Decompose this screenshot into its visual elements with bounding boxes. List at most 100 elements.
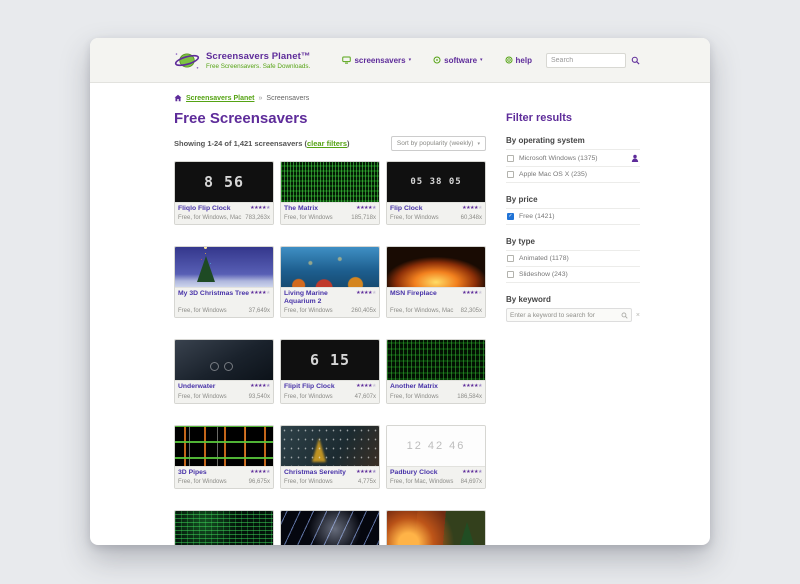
card-info-row: Free, for Windows, Mac 82,305x: [390, 306, 482, 314]
screensaver-title: Christmas Serenity: [284, 469, 356, 477]
download-count: 84,697x: [461, 479, 482, 485]
screensaver-card-footer: Living Marine Aquarium 2 ★★★★★ Free, for…: [281, 287, 379, 317]
screensaver-card[interactable]: Another Matrix ★★★★★ Free, for Windows 1…: [386, 339, 486, 403]
screensaver-card[interactable]: 3D Pipes ★★★★★ Free, for Windows 96,675x: [174, 425, 274, 489]
filter-checkbox-row[interactable]: ✓ Free (1421): [506, 208, 640, 225]
filter-group: By typeAnimated (1178)Slideshow (243): [506, 237, 640, 283]
screensaver-card[interactable]: 05 38 05 Flip Clock ★★★★★ Free, for Wind…: [386, 161, 486, 225]
brand-text: Screensavers Planet™ Free Screensavers. …: [206, 51, 310, 70]
screensaver-card[interactable]: Night Before Christmas 3D ★★★★★ Free, fo…: [386, 510, 486, 545]
filter-checkbox-row[interactable]: Slideshow (243): [506, 267, 640, 283]
screensaver-card[interactable]: Christmas Serenity ★★★★★ Free, for Windo…: [280, 425, 380, 489]
card-info-row: Free, for Windows 260,405x: [284, 306, 376, 314]
rating-stars: ★★★★★: [356, 469, 376, 476]
nav-item-help[interactable]: help: [505, 56, 532, 65]
filter-label: Free (1421): [519, 213, 555, 220]
keyword-row: ×: [506, 308, 640, 322]
filter-checkbox-row[interactable]: Microsoft Windows (1375): [506, 149, 640, 167]
checkbox[interactable]: [507, 155, 514, 162]
screensaver-platforms: Free, for Mac, Windows: [390, 479, 461, 485]
download-count: 93,540x: [249, 394, 270, 400]
screensaver-card[interactable]: 8 56 Fliqlo Flip Clock ★★★★★ Free, for W…: [174, 161, 274, 225]
screensaver-thumb: [387, 511, 485, 545]
filter-label: Microsoft Windows (1375): [519, 155, 598, 162]
disc-icon: [433, 56, 441, 64]
planet-logo-icon: [174, 50, 200, 71]
card-info-row: Free, for Windows 4,775x: [284, 477, 376, 485]
keyword-search-icon[interactable]: [621, 312, 628, 319]
sort-select[interactable]: Sort by popularity (weekly) ▾: [391, 136, 486, 151]
screensaver-card[interactable]: Living Marine Aquarium 2 ★★★★★ Free, for…: [280, 246, 380, 318]
screensaver-thumb: [175, 340, 273, 380]
nav-label: screensavers: [354, 56, 405, 65]
filter-checkbox-row[interactable]: Animated (1178): [506, 250, 640, 267]
screensaver-card[interactable]: Retro Sci-Fi ★★★★★ Free, for Windows 93,…: [174, 510, 274, 545]
star-icon: ★: [478, 469, 482, 475]
star-icon: ★: [266, 205, 270, 211]
search-icon[interactable]: [631, 56, 640, 65]
results-bar: Showing 1-24 of 1,421 screensavers (clea…: [174, 136, 486, 151]
screensaver-card[interactable]: MSN Fireplace ★★★★★ Free, for Windows, M…: [386, 246, 486, 318]
nav-item-screensavers[interactable]: screensavers ▾: [342, 56, 411, 65]
filter-label: Slideshow (243): [519, 271, 568, 278]
search-input[interactable]: [546, 53, 626, 68]
rating-stars: ★★★★★: [356, 290, 376, 297]
screensaver-title: Flip Clock: [390, 205, 462, 213]
checkbox[interactable]: [507, 255, 514, 262]
screensaver-title: Padbury Clock: [390, 469, 462, 477]
help-icon: [505, 56, 513, 64]
card-title-row: Another Matrix ★★★★★: [390, 383, 482, 391]
rating-stars: ★★★★★: [250, 383, 270, 390]
star-icon: ★: [372, 205, 376, 211]
screensaver-thumb: 8 56: [175, 162, 273, 202]
keyword-clear-icon[interactable]: ×: [636, 312, 640, 319]
screensaver-card-footer: Fliqlo Flip Clock ★★★★★ Free, for Window…: [175, 202, 273, 224]
screensaver-title: The Matrix: [284, 205, 356, 213]
filter-checkbox-row[interactable]: Apple Mac OS X (235): [506, 167, 640, 183]
header-search: [546, 53, 640, 68]
thumb-clock-text: 05 38 05: [410, 177, 461, 187]
rating-stars: ★★★★★: [250, 205, 270, 212]
checkbox[interactable]: ✓: [507, 213, 514, 220]
page-title: Free Screensavers: [174, 110, 486, 127]
brand-logo[interactable]: Screensavers Planet™ Free Screensavers. …: [174, 50, 310, 71]
screensaver-card[interactable]: My 3D Christmas Tree ★★★★★ Free, for Win…: [174, 246, 274, 318]
screensaver-thumb: [387, 340, 485, 380]
card-info-row: Free, for Windows 96,675x: [178, 477, 270, 485]
star-icon: ★: [372, 469, 376, 475]
breadcrumb-home-link[interactable]: Screensavers Planet: [186, 95, 255, 102]
rating-stars: ★★★★★: [462, 469, 482, 476]
rating-stars: ★★★★★: [356, 205, 376, 212]
star-icon: ★: [478, 290, 482, 296]
screensaver-title: Another Matrix: [390, 383, 462, 391]
screensaver-card[interactable]: The Matrix ★★★★★ Free, for Windows 185,7…: [280, 161, 380, 225]
download-count: 37,649x: [249, 308, 270, 314]
nav-item-software[interactable]: software ▾: [433, 56, 482, 65]
star-icon: ★: [266, 469, 270, 475]
card-title-row: Flipit Flip Clock ★★★★★: [284, 383, 376, 391]
card-info-row: Free, for Mac, Windows 84,697x: [390, 477, 482, 485]
keyword-input[interactable]: [510, 312, 621, 319]
user-icon: [631, 154, 639, 162]
screensaver-card[interactable]: Hyperspace ★★★★★ Free, for Windows, Mac …: [280, 510, 380, 545]
main-column: Screensavers Planet » Screensavers Free …: [174, 94, 486, 545]
screensaver-card[interactable]: 6 15 Flipit Flip Clock ★★★★★ Free, for W…: [280, 339, 380, 403]
download-count: 260,405x: [351, 308, 376, 314]
site-tagline: Free Screensavers. Safe Downloads.: [206, 63, 310, 70]
screensaver-card[interactable]: Underwater ★★★★★ Free, for Windows 93,54…: [174, 339, 274, 403]
screensaver-card[interactable]: 12 42 46 Padbury Clock ★★★★★ Free, for M…: [386, 425, 486, 489]
home-icon[interactable]: [174, 94, 182, 102]
results-count: Showing 1-24 of 1,421 screensavers (clea…: [174, 139, 350, 148]
download-count: 185,718x: [351, 215, 376, 221]
screensaver-platforms: Free, for Windows: [390, 394, 457, 400]
checkbox[interactable]: [507, 271, 514, 278]
nav-label: help: [516, 56, 532, 65]
results-count-suffix: ): [347, 139, 350, 148]
filter-label: Animated (1178): [519, 255, 569, 262]
chevron-down-icon: ▾: [477, 141, 480, 147]
checkbox[interactable]: [507, 171, 514, 178]
screensaver-thumb: [281, 426, 379, 466]
breadcrumb-current: Screensavers: [266, 95, 309, 102]
clear-filters-link[interactable]: clear filters: [307, 139, 347, 148]
page-content: Screensavers Planet » Screensavers Free …: [90, 83, 710, 545]
